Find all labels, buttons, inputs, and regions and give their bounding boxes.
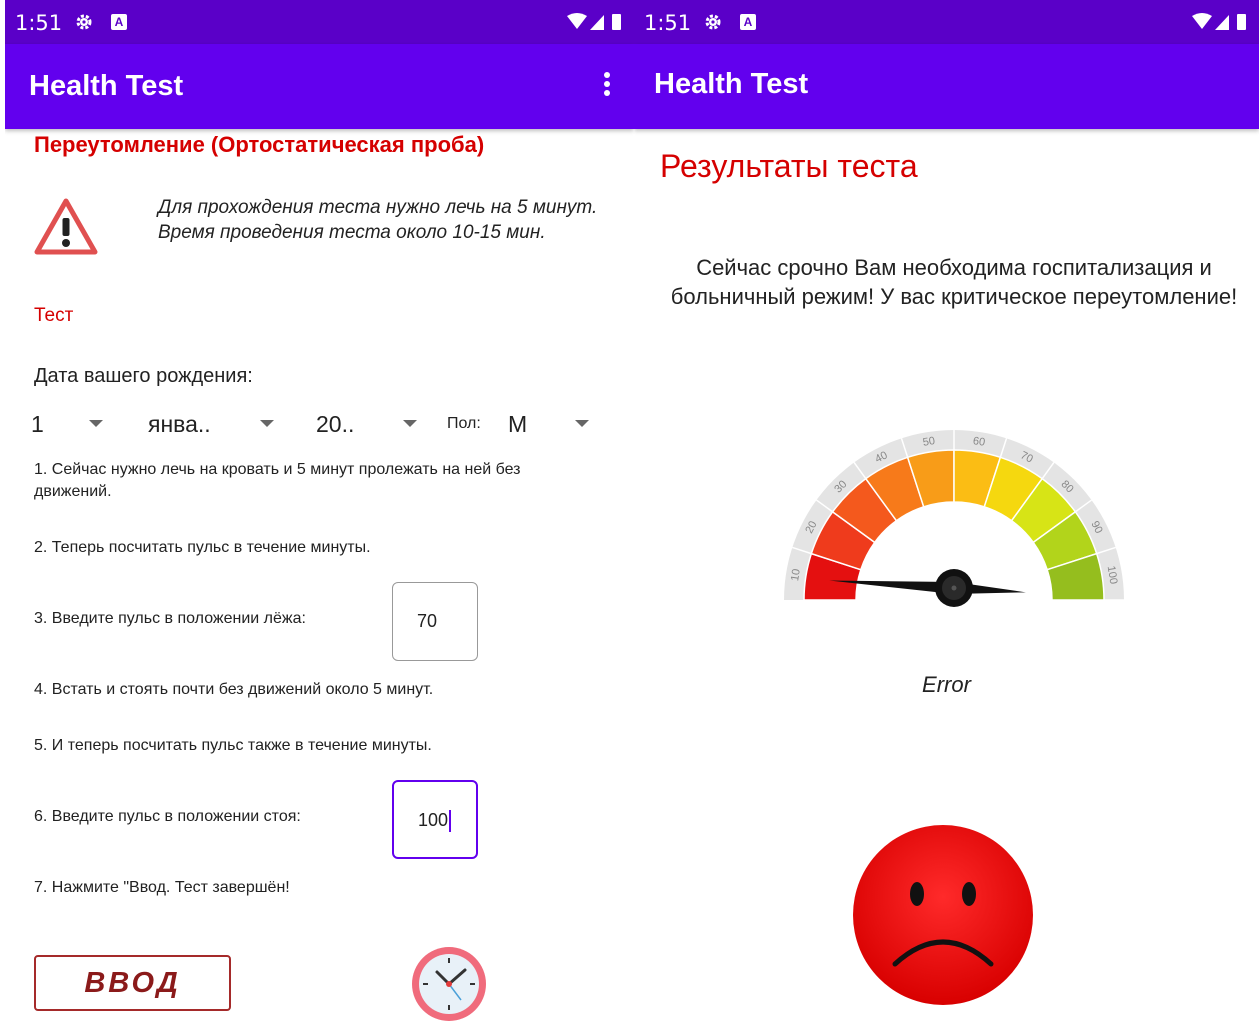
signal-battery-icon: [567, 13, 621, 30]
gauge-tick-label: 60: [972, 435, 986, 449]
signal-battery-icon: [1192, 13, 1246, 30]
app-notification-icon: A: [111, 14, 127, 30]
step-2: 2. Теперь посчитать пульс в течение мину…: [34, 539, 371, 556]
pulse-standing-input[interactable]: 100: [392, 780, 478, 859]
settings-gear-icon: [76, 14, 92, 30]
gender-spinner[interactable]: М: [508, 411, 527, 438]
gauge-hub-center: [951, 585, 957, 591]
submit-button[interactable]: ВВОД: [34, 955, 231, 1011]
text-cursor: [449, 810, 452, 833]
overflow-menu-icon[interactable]: [604, 72, 612, 99]
chevron-down-icon[interactable]: [403, 420, 417, 427]
chevron-down-icon[interactable]: [89, 420, 103, 427]
page-heading: Переутомление (Ортостатическая проба): [34, 132, 485, 157]
birth-date-label: Дата вашего рождения:: [34, 365, 253, 387]
fatigue-gauge: 1020304050 60708090100: [784, 430, 1124, 607]
step-4: 4. Встать и стоять почти без движений ок…: [34, 681, 434, 698]
app-bar: Health Test: [634, 44, 1259, 129]
app-notification-icon: A: [740, 14, 756, 30]
chevron-down-icon[interactable]: [575, 420, 589, 427]
step-6: 6. Введите пульс в положении стоя:: [34, 808, 301, 825]
pulse-lying-input[interactable]: 70: [392, 582, 478, 661]
gauge-tick-label: 10: [789, 568, 803, 582]
test-screen: 1:51 A Health Test Переутомление (Ортост…: [5, 0, 634, 1021]
month-spinner[interactable]: янва..: [148, 411, 211, 438]
chevron-down-icon[interactable]: [260, 420, 274, 427]
results-screen: 1:51 A Health Test Результаты теста Сейч…: [634, 0, 1259, 1021]
gauge-tick-label: 50: [922, 435, 936, 449]
result-title: Результаты теста: [660, 148, 918, 184]
app-title: Health Test: [29, 70, 184, 102]
gauge-needle: [829, 580, 1026, 594]
sad-face-icon: [853, 825, 1033, 1005]
status-bar: 1:51 A: [634, 0, 1259, 44]
warning-icon: [34, 198, 98, 255]
day-spinner[interactable]: 1: [31, 411, 44, 438]
warning-text: Для прохождения теста нужно лечь на 5 ми…: [158, 197, 598, 243]
status-bar: 1:51 A: [5, 0, 634, 44]
year-spinner[interactable]: 20..: [316, 411, 354, 438]
step-1: 1. Сейчас нужно лечь на кровать и 5 мину…: [34, 461, 521, 500]
settings-gear-icon: [705, 14, 721, 30]
status-time: 1:51: [15, 11, 63, 35]
pulse-standing-value: 100: [418, 810, 449, 830]
gender-label: Пол:: [447, 415, 481, 432]
step-7: 7. Нажмите "Ввод. Тест завершён!: [34, 879, 290, 896]
step-5: 5. И теперь посчитать пульс также в тече…: [34, 737, 432, 754]
app-bar: Health Test: [5, 44, 634, 129]
clock-icon[interactable]: [409, 944, 489, 1021]
step-3: 3. Введите пульс в положении лёжа:: [34, 610, 306, 627]
result-message: Сейчас срочно Вам необходима госпитализа…: [670, 255, 1238, 309]
gauge-value-label: Error: [922, 672, 971, 697]
section-label-test: Тест: [34, 305, 74, 326]
status-time: 1:51: [644, 11, 692, 35]
app-title: Health Test: [654, 68, 809, 100]
